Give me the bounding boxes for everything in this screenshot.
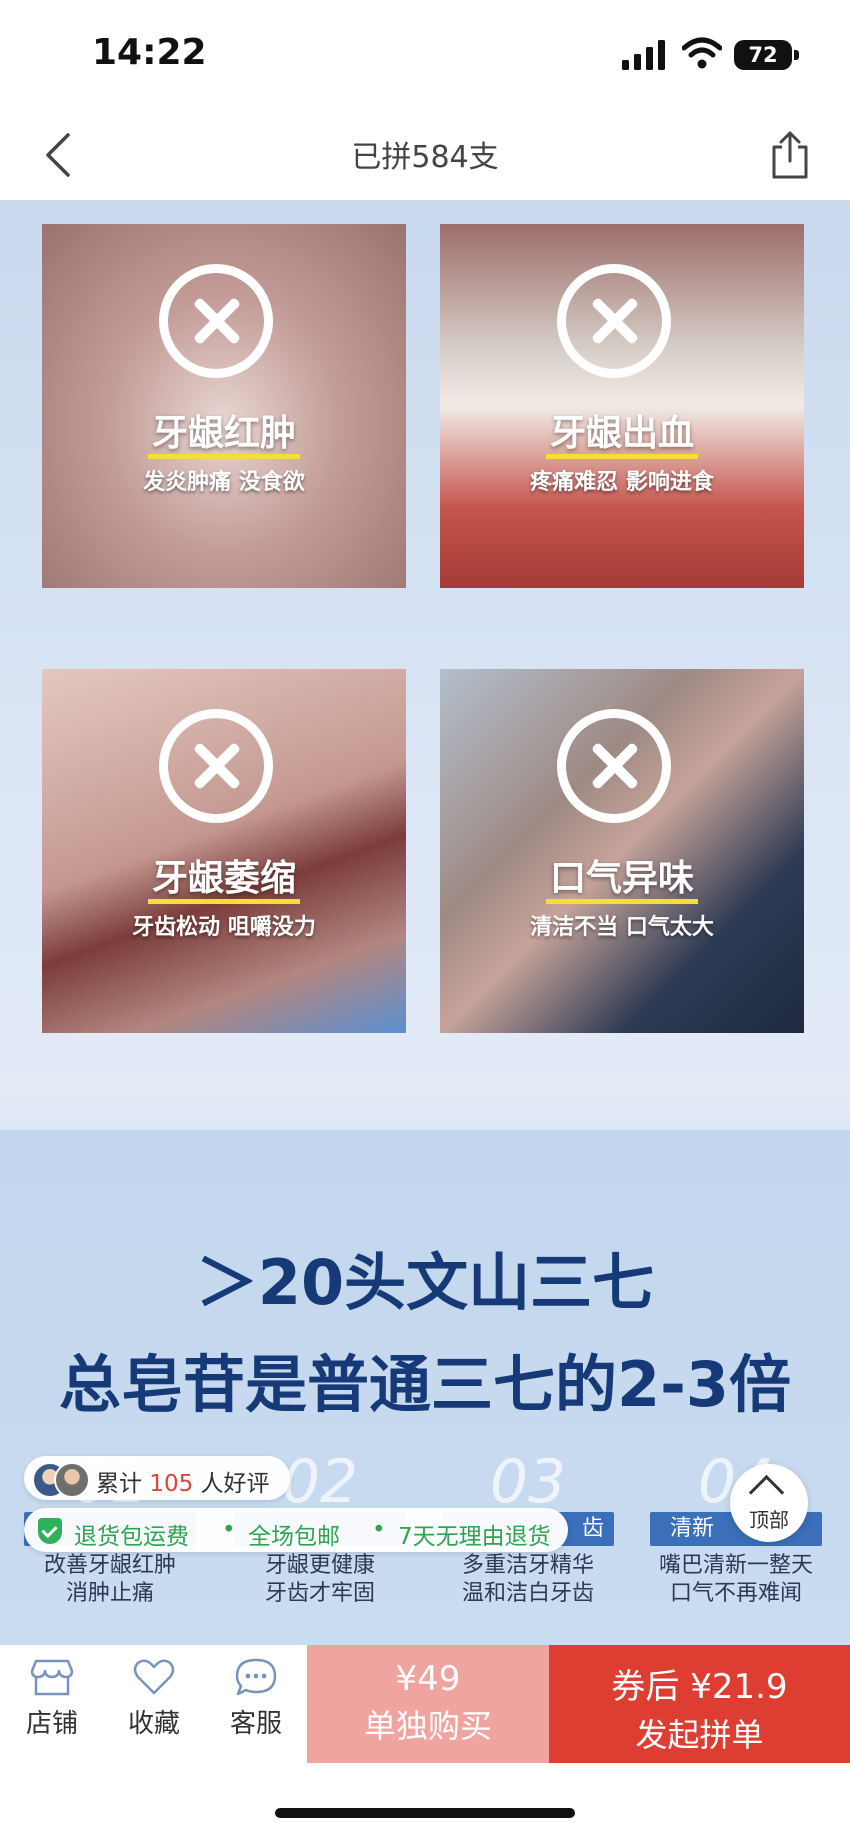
group-price: 券后 ¥21.9: [611, 1667, 788, 1707]
problem-subtitle: 牙齿松动 咀嚼没力: [132, 915, 316, 940]
store-icon: [30, 1659, 74, 1696]
guarantee-pill[interactable]: 退货包运费 • 全场包邮 • 7天无理由退货: [24, 1508, 568, 1552]
product-detail-content: 牙龈红肿 发炎肿痛 没食欲 牙龈出血 疼痛难忍 影响进食 牙龈萎缩 牙齿松动 咀…: [0, 200, 850, 1645]
problem-subtitle: 疼痛难忍 影响进食: [530, 470, 714, 495]
review-summary: 累计 105 人好评: [96, 1471, 270, 1497]
heart-icon: [133, 1659, 175, 1695]
problem-subtitle: 清洁不当 口气太大: [530, 915, 714, 940]
solo-price: ¥49: [395, 1659, 461, 1699]
step-number: 03: [489, 1447, 567, 1517]
customer-service-label: 客服: [229, 1709, 282, 1739]
battery-icon: 72: [734, 40, 792, 70]
step-text: 多重洁牙精华: [461, 1553, 594, 1578]
problem-card: 牙龈红肿 发炎肿痛 没食欲: [42, 224, 406, 588]
wifi-icon: [682, 37, 722, 69]
problem-title: 牙龈红肿: [42, 404, 406, 459]
headline-line1: ＞20头文山三七: [195, 1246, 655, 1319]
status-time: 14:22: [92, 32, 207, 73]
review-count-pill[interactable]: 累计 105 人好评: [24, 1456, 290, 1500]
cross-icon: [557, 264, 671, 378]
back-to-top-button[interactable]: 顶部: [730, 1464, 808, 1542]
problem-card: 牙龈出血 疼痛难忍 影响进食: [440, 224, 804, 588]
step-text: 改善牙龈红肿: [43, 1553, 176, 1578]
step-text: 牙齿才牢固: [264, 1581, 375, 1606]
problem-title: 口气异味: [440, 849, 804, 904]
shield-check-icon: [38, 1518, 62, 1544]
cross-icon: [557, 709, 671, 823]
home-indicator[interactable]: [275, 1808, 575, 1818]
store-label: 店铺: [25, 1709, 78, 1739]
battery-tip: [794, 50, 799, 60]
cross-icon: [159, 709, 273, 823]
status-bar: 14:22 72: [0, 0, 850, 110]
step-text: 温和洁白牙齿: [461, 1581, 594, 1606]
back-icon[interactable]: [30, 125, 90, 185]
guarantee-item: 退货包运费: [74, 1524, 189, 1550]
review-count: 105: [149, 1471, 194, 1497]
group-label: 发起拼单: [635, 1716, 764, 1754]
back-to-top-label: 顶部: [749, 1508, 789, 1532]
step-text: 嘴巴清新一整天: [658, 1553, 813, 1578]
buy-alone-button[interactable]: ¥49 单独购买: [307, 1645, 549, 1763]
problem-subtitle: 发炎肿痛 没食欲: [143, 470, 305, 495]
cellular-signal-icon: [622, 40, 665, 70]
chat-icon: [235, 1658, 277, 1696]
nav-bar: 已拼584支: [0, 110, 850, 200]
guarantee-separator: •: [372, 1517, 386, 1543]
problem-title: 牙龈出血: [440, 404, 804, 459]
problem-card: 口气异味 清洁不当 口气太大: [440, 669, 804, 1033]
guarantee-item: 7天无理由退货: [398, 1524, 551, 1550]
share-icon[interactable]: [760, 125, 820, 185]
problem-title: 牙龈萎缩: [42, 849, 406, 904]
step-text: 消肿止痛: [65, 1581, 154, 1606]
cross-icon: [159, 264, 273, 378]
page-title: 已拼584支: [351, 140, 499, 175]
step-text: 牙龈更健康: [264, 1553, 375, 1578]
step-text: 口气不再难闻: [669, 1581, 802, 1606]
avatar: [54, 1462, 90, 1498]
favorite-label: 收藏: [127, 1709, 180, 1739]
solo-label: 单独购买: [363, 1707, 492, 1745]
headline-line2: 总皂苷是普通三七的2-3倍: [58, 1348, 791, 1421]
guarantee-item: 全场包邮: [248, 1524, 340, 1550]
start-group-buy-button[interactable]: 券后 ¥21.9 发起拼单: [549, 1645, 850, 1763]
store-button[interactable]: 店铺: [2, 1645, 102, 1740]
problem-card: 牙龈萎缩 牙齿松动 咀嚼没力: [42, 669, 406, 1033]
favorite-button[interactable]: 收藏: [104, 1645, 204, 1740]
customer-service-button[interactable]: 客服: [206, 1645, 306, 1740]
guarantee-separator: •: [222, 1517, 236, 1543]
bottom-action-bar: 店铺 收藏 客服 ¥49 单独购买 券后 ¥21.9 发起拼单: [0, 1645, 850, 1763]
